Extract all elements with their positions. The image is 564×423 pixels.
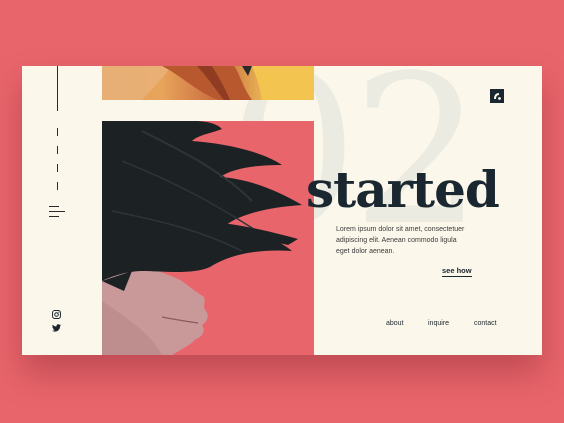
top-photo bbox=[102, 66, 314, 100]
nav-contact-link[interactable]: contact bbox=[474, 320, 497, 327]
menu-bar bbox=[49, 216, 59, 217]
twitter-icon[interactable] bbox=[52, 319, 64, 332]
side-rail bbox=[22, 66, 102, 355]
menu-bar bbox=[49, 206, 59, 207]
logo-badge-icon[interactable] bbox=[490, 89, 504, 103]
nav-inquire-link[interactable]: inquire bbox=[428, 320, 449, 327]
hero-title: started bbox=[306, 160, 500, 219]
rail-dash bbox=[57, 146, 58, 154]
rail-dash bbox=[57, 182, 58, 190]
page-card: 02 started Lorem ipsum dolor sit amet, c… bbox=[22, 66, 542, 355]
instagram-icon[interactable] bbox=[52, 306, 64, 319]
rail-line bbox=[57, 66, 58, 111]
see-how-link[interactable]: see how bbox=[442, 266, 472, 277]
menu-bar bbox=[49, 211, 65, 212]
hamburger-menu-icon[interactable] bbox=[49, 206, 65, 218]
rail-dash bbox=[57, 128, 58, 136]
hero-description: Lorem ipsum dolor sit amet, consectetuer… bbox=[336, 226, 465, 255]
nav-about-link[interactable]: about bbox=[386, 320, 404, 327]
hero-photo bbox=[102, 121, 314, 355]
rail-dash bbox=[57, 164, 58, 172]
